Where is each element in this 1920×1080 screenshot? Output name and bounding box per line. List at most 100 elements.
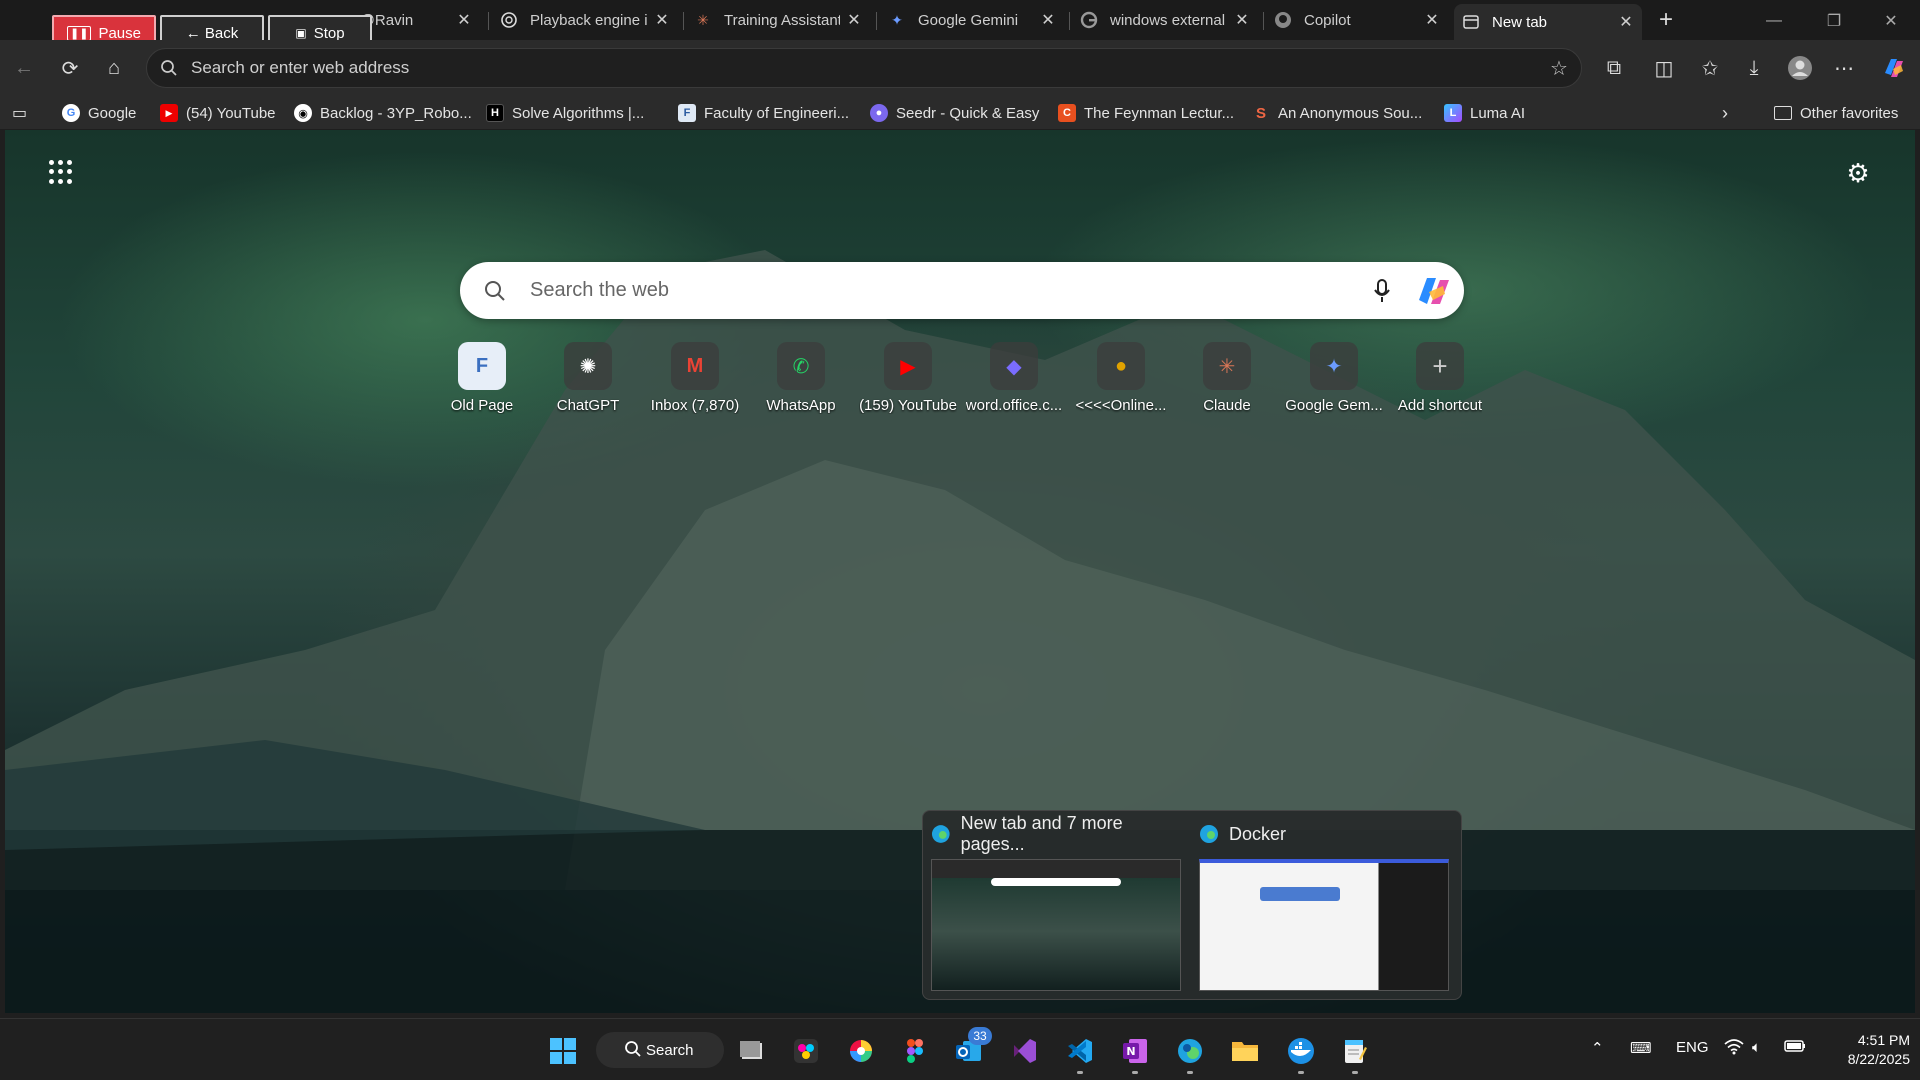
favorites-icon[interactable]: ✩ [1692,50,1728,86]
onenote-icon[interactable]: N [1117,1033,1153,1069]
other-favorites[interactable]: Other favorites [1774,103,1898,123]
figma-icon[interactable] [897,1033,933,1069]
edge-icon [1200,825,1218,843]
tab-copilot[interactable]: Copilot ✕ [1266,4,1448,36]
minimize-icon[interactable]: — [1751,8,1797,34]
shortcut-claude[interactable]: ✳ Claude [1174,342,1280,414]
more-options-icon[interactable]: ⋯ [1826,50,1862,86]
close-icon[interactable]: ✕ [1424,10,1440,30]
tab-windows-external[interactable]: windows external ✕ [1072,4,1258,36]
volume-icon[interactable]: 🔈︎ [1752,1039,1761,1056]
task-view-icon[interactable] [734,1033,770,1069]
language-indicator[interactable]: ENG [1676,1039,1709,1056]
browser-toolbar: ← ⟳ ⌂ Search or enter web address ☆ ⧉ ◫ … [0,40,1920,96]
chevron-up-icon[interactable]: ⌃ [1591,1039,1604,1057]
shortcut-old-page[interactable]: F Old Page [429,342,535,414]
system-clock[interactable]: 4:51 PM 8/22/2025 [1818,1031,1910,1069]
shortcut-label: <<<<Online... [1075,397,1167,414]
window-close-icon[interactable]: ✕ [1868,8,1914,34]
address-bar[interactable]: Search or enter web address ☆ [146,48,1582,88]
fav-anonymous[interactable]: S An Anonymous Sou... [1252,103,1422,123]
fav-backlog[interactable]: ◉ Backlog - 3YP_Robo... [294,103,472,123]
vscode-icon[interactable] [1062,1033,1098,1069]
close-icon[interactable]: ✕ [1234,10,1250,30]
shortcut-youtube[interactable]: ▶ (159) YouTube [855,342,961,414]
close-icon[interactable]: ✕ [456,10,472,30]
close-icon[interactable]: ✕ [846,10,862,30]
profile-avatar[interactable] [1782,50,1818,86]
fav-label: The Feynman Lectur... [1084,104,1235,122]
home-icon[interactable]: ⌂ [96,50,132,86]
close-icon[interactable]: ✕ [1618,12,1634,32]
file-explorer-icon[interactable] [1227,1033,1263,1069]
fav-youtube[interactable]: ▶ (54) YouTube [160,103,276,123]
wifi-icon[interactable] [1724,1039,1744,1059]
shortcut-label: word.office.c... [965,397,1063,414]
chatgpt-icon [500,11,518,29]
tab-google-gemini[interactable]: ✦ Google Gemini ✕ [880,4,1064,36]
restore-icon[interactable]: ❐ [1811,8,1857,34]
collections-icon[interactable]: ▭ [12,103,27,123]
favorite-star-icon[interactable]: ☆ [1537,56,1581,81]
back-arrow-icon[interactable]: ← [6,50,42,86]
fav-feynman[interactable]: C The Feynman Lectur... [1058,103,1234,123]
tab-divider [1263,12,1264,30]
tab-divider [876,12,877,30]
tab-new-tab[interactable]: New tab ✕ [1454,4,1642,40]
notepad-icon[interactable] [1337,1033,1373,1069]
shortcut-add[interactable]: + Add shortcut [1387,342,1493,414]
shortcut-whatsapp[interactable]: ✆ WhatsApp [748,342,854,414]
close-icon[interactable]: ✕ [654,10,670,30]
downloads-icon[interactable]: ⤓ [1736,50,1772,86]
gemini-icon: ✦ [1310,342,1358,390]
search-icon [624,1040,642,1062]
fav-solve-algorithms[interactable]: H Solve Algorithms |... [486,103,644,123]
shortcut-chatgpt[interactable]: ✺ ChatGPT [535,342,641,414]
preview-thumbnail [931,859,1181,991]
shortcut-online[interactable]: ● <<<<Online... [1068,342,1174,414]
copilot-icon[interactable] [1876,50,1912,86]
taskbar-search[interactable]: Search [596,1032,724,1068]
settings-gear-icon[interactable]: ⚙ [1843,158,1873,188]
davinci-resolve-icon[interactable] [788,1033,824,1069]
tab-playback-engine[interactable]: Playback engine i ✕ [492,4,678,36]
color-wheel-icon[interactable] [843,1033,879,1069]
tab-label: Training Assistant [724,11,840,29]
extensions-icon[interactable]: ⧉ [1596,50,1632,86]
fav-faculty[interactable]: F Faculty of Engineeri... [678,103,849,123]
fav-seedr[interactable]: ● Seedr - Quick & Easy [870,103,1039,123]
chevron-right-icon[interactable]: › [1722,103,1728,123]
copilot-icon[interactable] [1404,274,1464,308]
battery-icon[interactable] [1784,1039,1806,1057]
close-icon[interactable]: ✕ [1040,10,1056,30]
pause-icon: ❚❚ [67,25,92,41]
search-input[interactable]: Search the web [530,279,1360,302]
visual-studio-icon[interactable] [1006,1033,1042,1069]
clock-date: 8/22/2025 [1847,1051,1910,1067]
windows-taskbar: Search 33 N ⌃ ⌨ ENG 🔈︎ 4:51 PM 8/22/2025 [0,1018,1920,1080]
refresh-icon[interactable]: ⟳ [52,50,88,86]
fav-google[interactable]: G Google [62,103,136,123]
split-screen-icon[interactable]: ◫ [1646,50,1682,86]
shortcut-google-gemini[interactable]: ✦ Google Gem... [1281,342,1387,414]
keyboard-icon[interactable]: ⌨ [1630,1039,1652,1057]
youtube-icon: ▶ [160,104,178,122]
microphone-icon[interactable] [1360,278,1404,304]
fav-luma[interactable]: L Luma AI [1444,103,1525,123]
stop-icon: ▣ [295,26,307,40]
preview-edge-window[interactable]: New tab and 7 more pages... [931,813,1187,991]
windows-start-icon[interactable] [545,1033,581,1069]
web-search-box[interactable]: Search the web [460,262,1464,319]
old-page-icon: F [458,342,506,390]
shortcut-gmail[interactable]: M Inbox (7,870) [642,342,748,414]
tab-divider [683,12,684,30]
tab-divider [488,12,489,30]
docker-icon[interactable] [1283,1033,1319,1069]
shortcut-word-office[interactable]: ◆ word.office.c... [961,342,1067,414]
new-tab-plus-icon[interactable]: + [1648,2,1684,38]
preview-docker-window[interactable]: Docker [1199,821,1455,991]
address-input[interactable]: Search or enter web address [191,58,1537,78]
apps-grid-icon[interactable] [47,158,75,186]
edge-icon[interactable] [1172,1033,1208,1069]
tab-training-assistant[interactable]: ✳ Training Assistant ✕ [686,4,870,36]
